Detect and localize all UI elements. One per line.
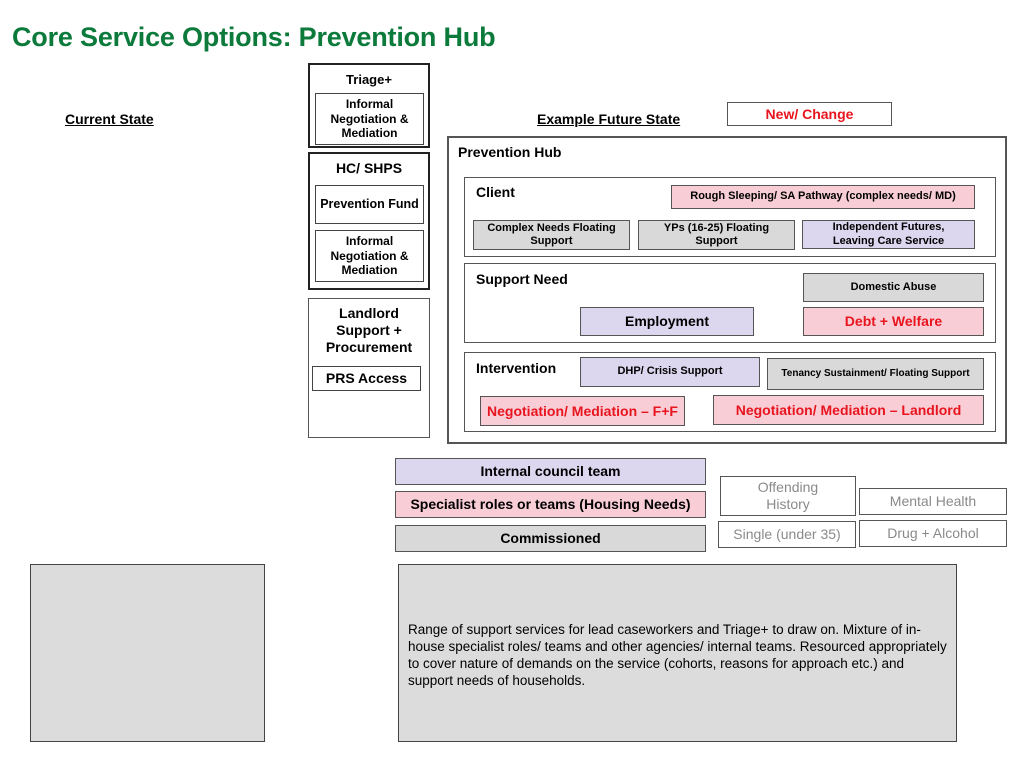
cohort-drug-alcohol: Drug + Alcohol [859,520,1007,547]
employment: Employment [580,307,754,336]
future-state-summary-panel: Range of support services for lead casew… [398,564,957,742]
description-text: Range of support services for lead casew… [408,622,947,688]
legend-commissioned: Commissioned [395,525,706,552]
new-change-legend: New/ Change [727,102,892,126]
hc-shps-label: HC/ SHPS [335,160,403,176]
cohort-mental-health: Mental Health [859,488,1007,515]
negotiation-mediation-landlord: Negotiation/ Mediation – Landlord [713,395,984,425]
tenancy-sustainment: Tenancy Sustainment/ Floating Support [767,358,984,390]
legend-specialist-roles: Specialist roles or teams (Housing Needs… [395,491,706,518]
yps-floating-support: YPs (16-25) Floating Support [638,220,795,250]
future-state-heading: Example Future State [537,111,681,127]
independent-futures: Independent Futures, Leaving Care Servic… [802,220,975,249]
intervention-label: Intervention [476,360,557,376]
triage-label: Triage+ [346,72,392,87]
complex-needs-floating-support: Complex Needs Floating Support [473,220,630,250]
current-state-heading: Current State [65,111,154,127]
domestic-abuse: Domestic Abuse [803,273,984,302]
prevention-fund: Prevention Fund [315,185,424,224]
page-title: Core Service Options: Prevention Hub [12,22,496,52]
debt-welfare: Debt + Welfare [803,307,984,336]
hc-informal-negotiation: Informal Negotiation & Mediation [315,230,424,282]
cohort-single-under-35: Single (under 35) [718,521,856,548]
prs-access: PRS Access [312,366,421,391]
current-state-summary-panel [30,564,265,742]
client-label: Client [476,184,515,200]
support-need-label: Support Need [476,271,568,287]
triage-informal-negotiation: Informal Negotiation & Mediation [315,93,424,145]
dhp-crisis-support: DHP/ Crisis Support [580,357,760,387]
legend-internal-council-team: Internal council team [395,458,706,485]
rough-sleeping-pathway: Rough Sleeping/ SA Pathway (complex need… [671,185,975,209]
cohort-offending-history: Offending History [720,476,856,516]
landlord-label: Landlord Support + Procurement [325,305,413,355]
prevention-hub-label: Prevention Hub [458,144,562,160]
negotiation-mediation-ff: Negotiation/ Mediation – F+F [480,396,685,426]
